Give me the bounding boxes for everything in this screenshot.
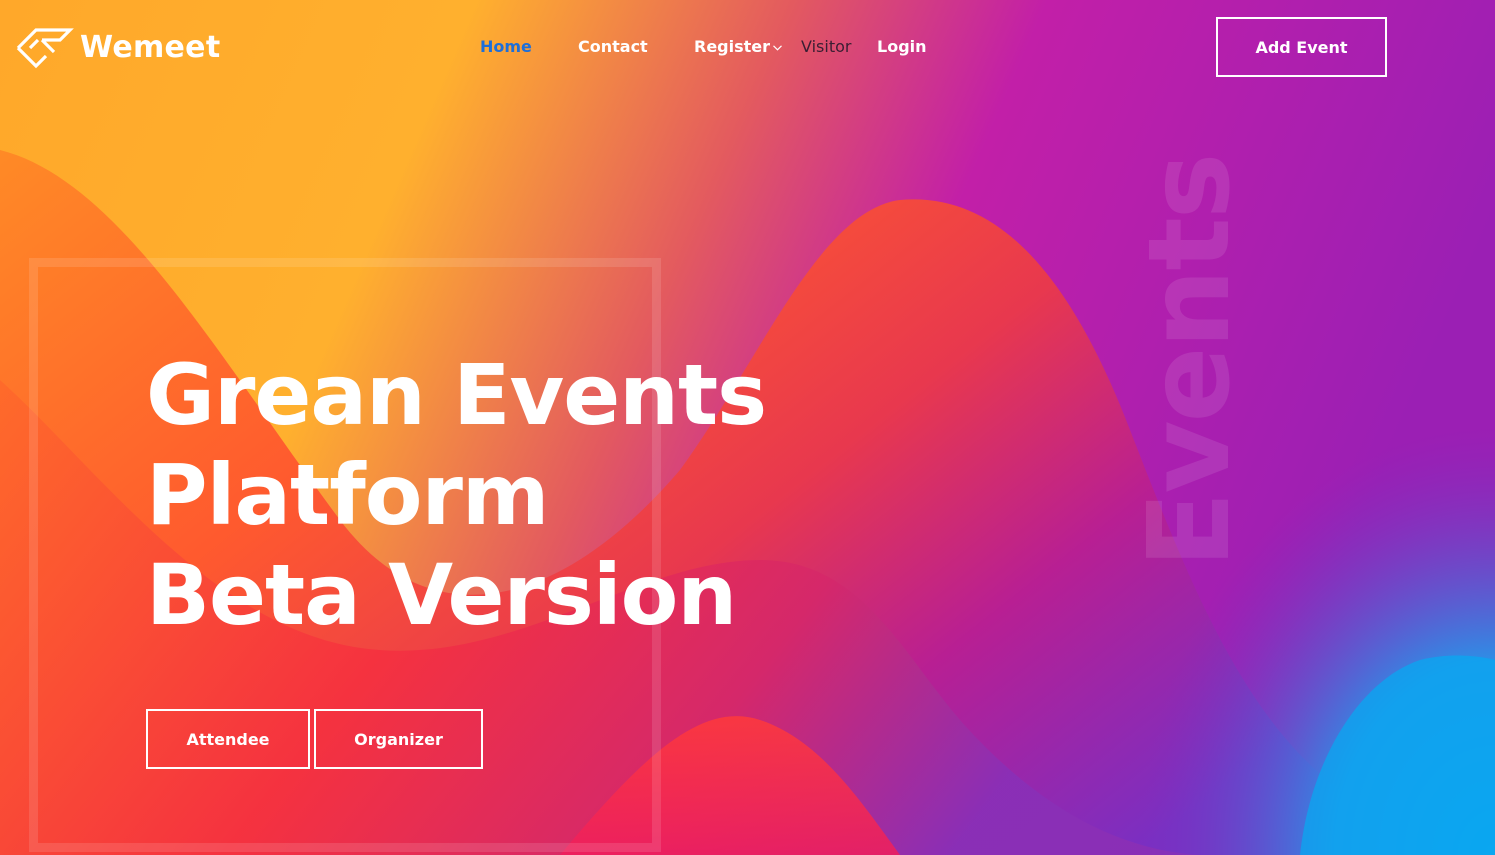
brand-logo[interactable]: Wemeet [14, 26, 220, 70]
nav-register[interactable]: Register [694, 37, 782, 57]
chevron-down-icon [773, 44, 782, 51]
events-watermark: Events [1125, 154, 1255, 568]
hero-section: Events Wemeet Home Contact Register Visi… [0, 0, 1495, 855]
nav-contact[interactable]: Contact [578, 37, 648, 57]
organizer-button[interactable]: Organizer [314, 709, 483, 769]
hero-title-line-3: Beta Version [146, 546, 737, 644]
nav-login[interactable]: Login [877, 37, 927, 57]
add-event-button[interactable]: Add Event [1216, 17, 1387, 77]
hero-title-line-2: Platform [146, 446, 549, 544]
nav-visitor[interactable]: Visitor [801, 37, 851, 57]
hero-title-line-1: Grean Events [146, 346, 767, 444]
attendee-button[interactable]: Attendee [146, 709, 310, 769]
wemeet-logo-icon [16, 28, 74, 69]
nav-home[interactable]: Home [480, 37, 532, 57]
nav-register-label: Register [694, 37, 771, 56]
brand-name: Wemeet [80, 30, 221, 65]
hero-title: Grean Events Platform Beta Version [146, 345, 767, 645]
